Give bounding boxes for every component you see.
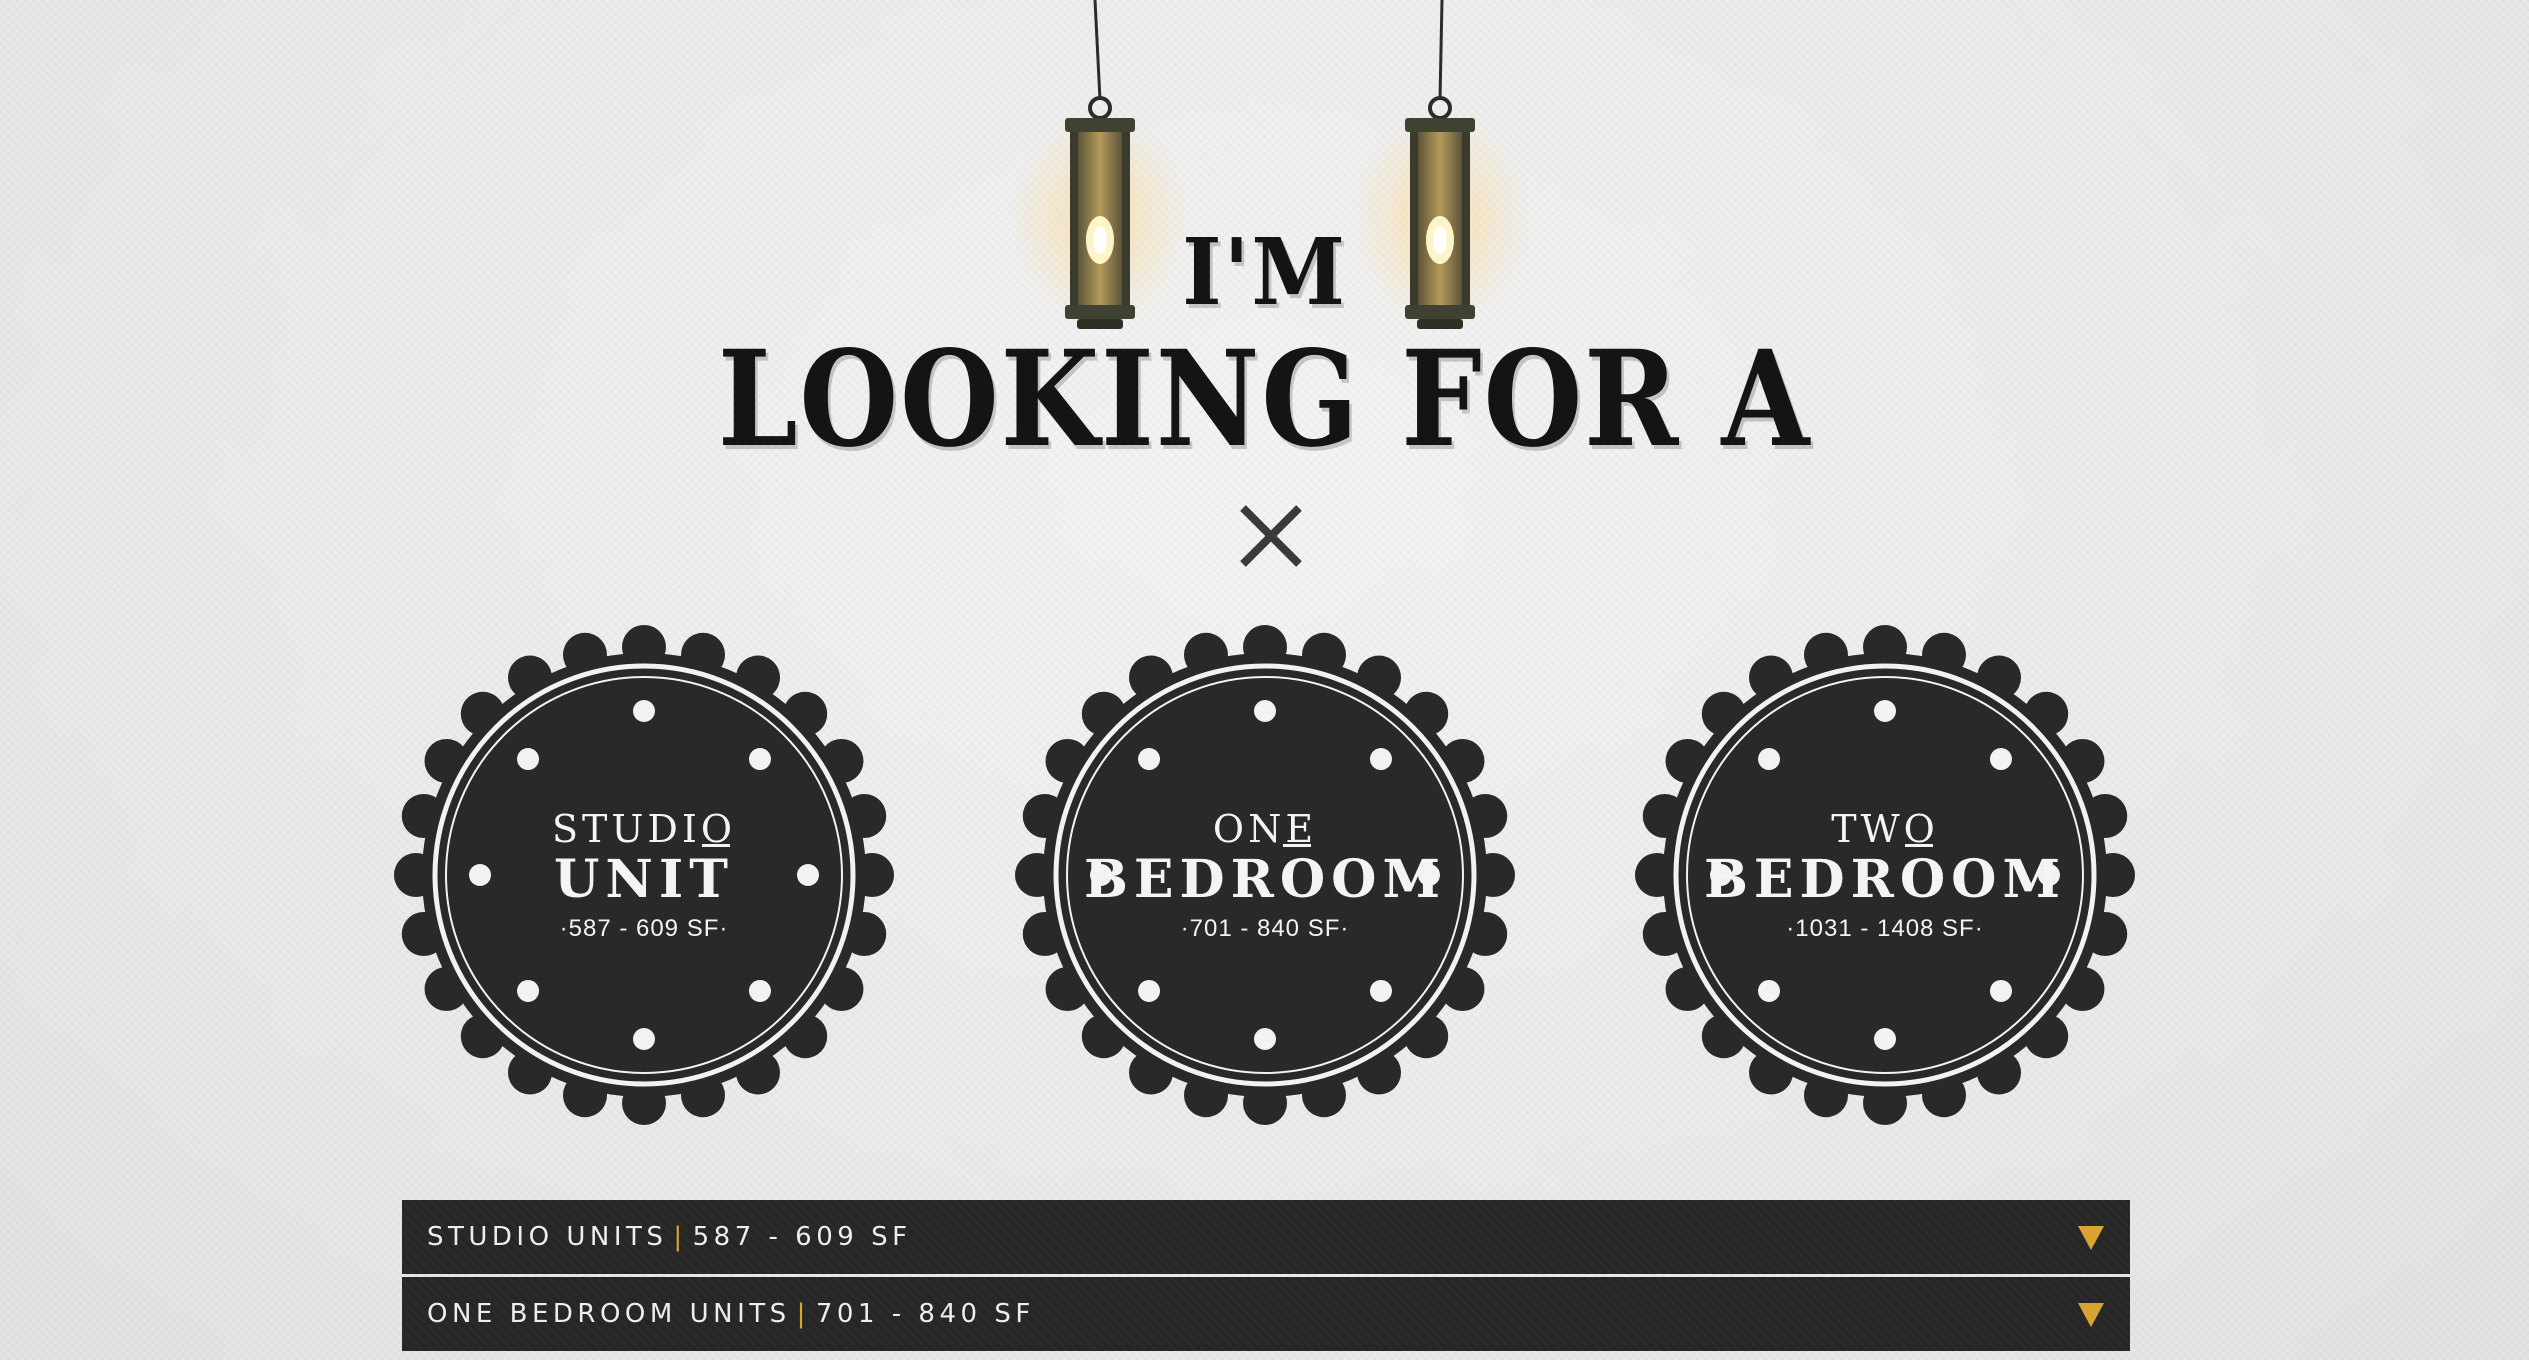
badge-main-label: BEDROOM bbox=[1703, 849, 2067, 910]
accordion-title: ONE BEDROOM UNITS bbox=[427, 1299, 791, 1329]
badge-top-label: TWO bbox=[1831, 807, 1939, 851]
accordion-title: STUDIO UNITS bbox=[427, 1222, 668, 1252]
headline-line-1: I'M bbox=[1182, 218, 1347, 326]
badge-main-label: UNIT bbox=[554, 849, 734, 910]
badge-main-label: BEDROOM bbox=[1083, 849, 1447, 910]
close-button[interactable] bbox=[1235, 500, 1307, 572]
triangle-down-icon[interactable] bbox=[2076, 1222, 2106, 1252]
badge-studio-unit[interactable]: STUDIO UNIT ·587 - 609 SF· bbox=[387, 618, 901, 1132]
badge-top-label: STUDIO bbox=[551, 807, 737, 851]
badge-range: ·587 - 609 SF· bbox=[559, 915, 729, 942]
accordion-range: 701 - 840 SF bbox=[815, 1299, 1035, 1329]
badge-top-label: ONE bbox=[1212, 807, 1318, 851]
close-icon[interactable] bbox=[1239, 504, 1303, 568]
triangle-down-icon[interactable] bbox=[2076, 1299, 2106, 1329]
badge-two-bedroom[interactable]: TWO BEDROOM ·1031 - 1408 SF· bbox=[1628, 618, 2142, 1132]
badge-range: ·1031 - 1408 SF· bbox=[1786, 915, 1984, 942]
accordion-separator: | bbox=[673, 1222, 687, 1252]
accordion-range: 587 - 609 SF bbox=[692, 1222, 912, 1252]
accordion-studio-units[interactable]: STUDIO UNITS | 587 - 609 SF bbox=[402, 1200, 2130, 1274]
headline-line-2: LOOKING FOR A bbox=[717, 322, 1812, 477]
accordion-one-bedroom-units[interactable]: ONE BEDROOM UNITS | 701 - 840 SF bbox=[402, 1277, 2130, 1351]
badge-one-bedroom[interactable]: ONE BEDROOM ·701 - 840 SF· bbox=[1008, 618, 1522, 1132]
badge-range: ·701 - 840 SF· bbox=[1180, 915, 1350, 942]
accordion-separator: | bbox=[796, 1299, 810, 1329]
